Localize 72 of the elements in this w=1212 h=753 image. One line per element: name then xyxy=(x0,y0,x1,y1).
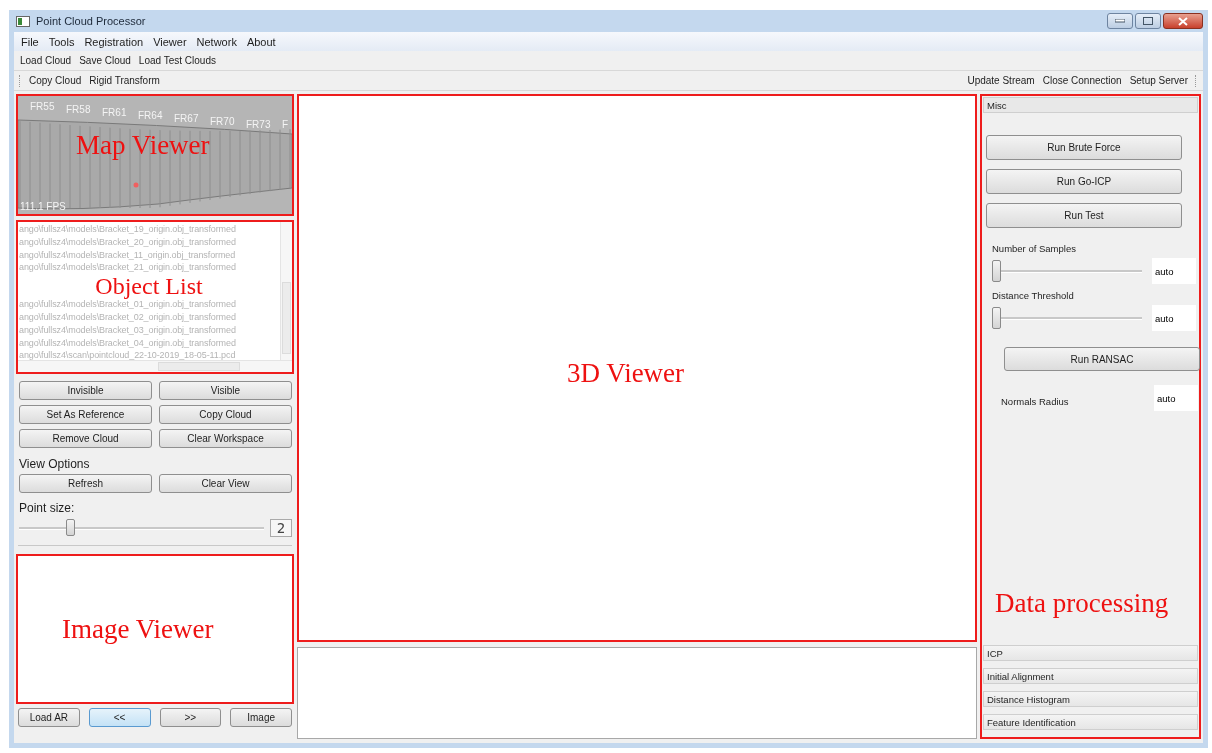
annotation-label: 3D Viewer xyxy=(567,358,685,389)
button[interactable]: Run RANSAC xyxy=(1004,347,1200,371)
button[interactable]: << xyxy=(88,708,151,727)
section-header[interactable]: ICP xyxy=(983,645,1198,661)
frame-label: F xyxy=(282,119,289,130)
toolbar-button[interactable]: Load Test Clouds xyxy=(134,55,220,66)
frame-label: FR64 xyxy=(138,110,163,121)
frame-label: FR55 xyxy=(30,101,55,112)
section-heading: View Options xyxy=(19,457,91,471)
maximize-button[interactable] xyxy=(1135,13,1161,29)
button[interactable]: Set As Reference xyxy=(19,405,152,424)
button[interactable]: Clear Workspace xyxy=(159,429,292,448)
annotation-label: Image Viewer xyxy=(62,614,214,645)
annotation-label: Data processing xyxy=(995,588,1169,619)
input-field[interactable]: auto xyxy=(1154,385,1198,411)
frame-label: FR67 xyxy=(174,113,199,124)
button[interactable]: Remove Cloud xyxy=(19,429,152,448)
close-icon xyxy=(1178,16,1188,26)
button[interactable]: >> xyxy=(159,708,222,727)
minimize-button[interactable] xyxy=(1107,13,1133,29)
close-button[interactable] xyxy=(1163,13,1203,29)
app-icon xyxy=(16,15,30,27)
frame-label: FR61 xyxy=(102,107,127,118)
value-display: 2 xyxy=(270,519,292,537)
minimize-icon xyxy=(1115,19,1125,23)
field-label: Point size: xyxy=(19,501,76,515)
toolbar-button[interactable]: Copy Cloud xyxy=(25,75,86,86)
scrollbar[interactable] xyxy=(18,360,292,372)
fps-label: 111.1 FPS xyxy=(20,201,66,212)
scrollbar[interactable] xyxy=(280,222,292,360)
window-title: Point Cloud Processor xyxy=(36,15,146,27)
toolbar-button[interactable]: Load Cloud xyxy=(16,55,76,66)
menu-item[interactable]: Network xyxy=(191,35,242,48)
menu-item[interactable]: Tools xyxy=(43,35,80,48)
marker-icon xyxy=(133,182,139,188)
button[interactable]: Visible xyxy=(159,381,292,400)
button[interactable]: Image xyxy=(230,708,292,727)
slider-thumb[interactable] xyxy=(992,307,1001,329)
field-label: Distance Threshold xyxy=(992,290,1075,301)
field-label: Number of Samples xyxy=(992,243,1077,254)
frame-label: FR58 xyxy=(66,104,91,115)
toolbar-button[interactable]: Rigid Transform xyxy=(85,75,164,86)
maximize-icon xyxy=(1143,17,1153,25)
button[interactable]: Invisible xyxy=(19,381,152,400)
frame-label: FR73 xyxy=(246,119,271,130)
section-header[interactable]: Misc xyxy=(983,97,1198,113)
slider-thumb[interactable] xyxy=(66,519,76,536)
toolbar-button[interactable]: Save Cloud xyxy=(75,55,135,66)
button[interactable]: Clear View xyxy=(159,474,292,493)
slider-thumb[interactable] xyxy=(992,260,1001,282)
button[interactable]: Load AR xyxy=(18,708,80,727)
menu-item[interactable]: Viewer xyxy=(148,35,192,48)
button[interactable]: Refresh xyxy=(19,474,152,493)
section-header[interactable]: Initial Alignment xyxy=(983,668,1198,684)
menu-item[interactable]: File xyxy=(16,35,44,48)
section-header[interactable]: Feature Identification xyxy=(983,714,1198,730)
section-header[interactable]: Distance Histogram xyxy=(983,691,1198,707)
toolbar-button[interactable]: Setup Server xyxy=(1125,75,1192,86)
input-field[interactable]: auto xyxy=(1152,258,1196,284)
button[interactable]: Copy Cloud xyxy=(159,405,292,424)
annotation-label: Object List xyxy=(95,274,203,299)
menu-item[interactable]: Registration xyxy=(79,35,149,48)
frame-label: FR70 xyxy=(210,116,235,127)
button[interactable]: Run Brute Force xyxy=(986,135,1182,160)
field-label: Normals Radius xyxy=(1001,395,1070,407)
toolbar-button[interactable]: Close Connection xyxy=(1038,75,1126,86)
button[interactable]: Run Go-ICP xyxy=(986,169,1182,194)
button[interactable]: Run Test xyxy=(986,203,1182,228)
menu-item[interactable]: About xyxy=(241,35,281,48)
toolbar-button[interactable]: Update Stream xyxy=(963,75,1039,86)
input-field[interactable]: auto xyxy=(1152,305,1196,331)
annotation-label: Map Viewer xyxy=(76,130,210,161)
